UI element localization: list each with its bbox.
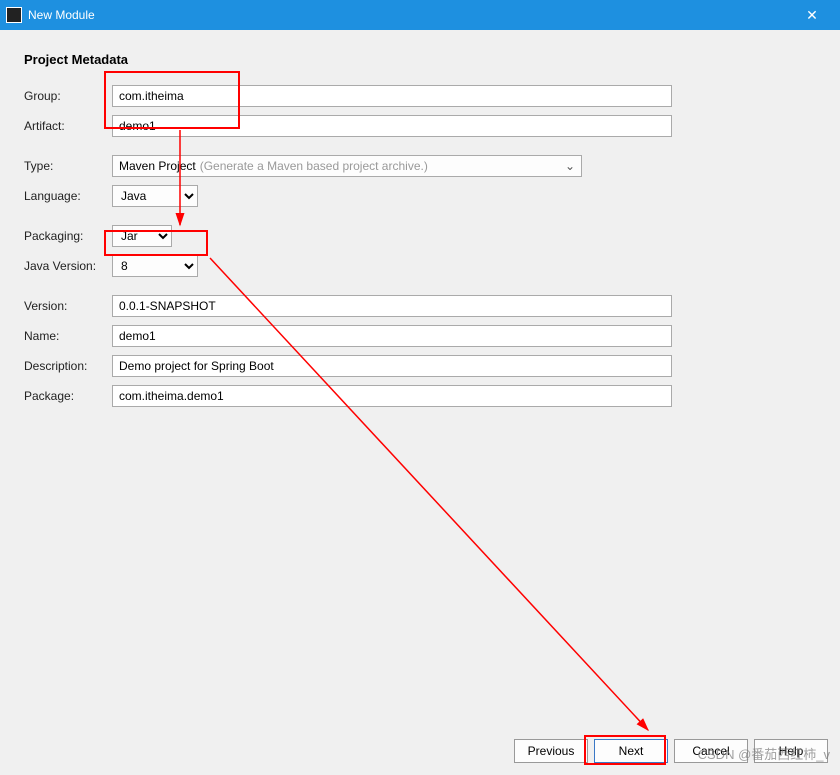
row-name: Name: <box>24 325 816 347</box>
label-packaging: Packaging: <box>24 229 112 243</box>
name-input[interactable] <box>112 325 672 347</box>
type-select[interactable]: Maven Project (Generate a Maven based pr… <box>112 155 582 177</box>
package-input[interactable] <box>112 385 672 407</box>
chevron-down-icon: ⌄ <box>565 159 575 173</box>
row-packaging: Packaging: Jar <box>24 225 816 247</box>
description-input[interactable] <box>112 355 672 377</box>
row-java-version: Java Version: 8 <box>24 255 816 277</box>
label-type: Type: <box>24 159 112 173</box>
previous-button[interactable]: Previous <box>514 739 588 763</box>
packaging-select[interactable]: Jar <box>112 225 172 247</box>
label-artifact: Artifact: <box>24 119 112 133</box>
row-artifact: Artifact: <box>24 115 816 137</box>
label-java-version: Java Version: <box>24 259 112 273</box>
page-title: Project Metadata <box>24 52 816 67</box>
titlebar: New Module ✕ <box>0 0 840 30</box>
help-button[interactable]: Help <box>754 739 828 763</box>
java-version-select[interactable]: 8 <box>112 255 198 277</box>
row-type: Type: Maven Project (Generate a Maven ba… <box>24 155 816 177</box>
label-name: Name: <box>24 329 112 343</box>
label-package: Package: <box>24 389 112 403</box>
artifact-input[interactable] <box>112 115 672 137</box>
row-group: Group: <box>24 85 816 107</box>
version-input[interactable] <box>112 295 672 317</box>
next-button[interactable]: Next <box>594 739 668 763</box>
label-group: Group: <box>24 89 112 103</box>
app-icon <box>6 7 22 23</box>
footer-buttons: Previous Next Cancel Help <box>514 739 828 763</box>
row-version: Version: <box>24 295 816 317</box>
label-version: Version: <box>24 299 112 313</box>
language-select[interactable]: Java <box>112 185 198 207</box>
row-package: Package: <box>24 385 816 407</box>
content-area: Project Metadata Group: Artifact: Type: … <box>0 30 840 730</box>
type-hint: (Generate a Maven based project archive.… <box>200 159 428 173</box>
row-language: Language: Java <box>24 185 816 207</box>
cancel-button[interactable]: Cancel <box>674 739 748 763</box>
window-title: New Module <box>28 8 790 22</box>
close-icon[interactable]: ✕ <box>790 7 834 24</box>
label-description: Description: <box>24 359 112 373</box>
row-description: Description: <box>24 355 816 377</box>
group-input[interactable] <box>112 85 672 107</box>
label-language: Language: <box>24 189 112 203</box>
type-value: Maven Project <box>119 159 196 173</box>
